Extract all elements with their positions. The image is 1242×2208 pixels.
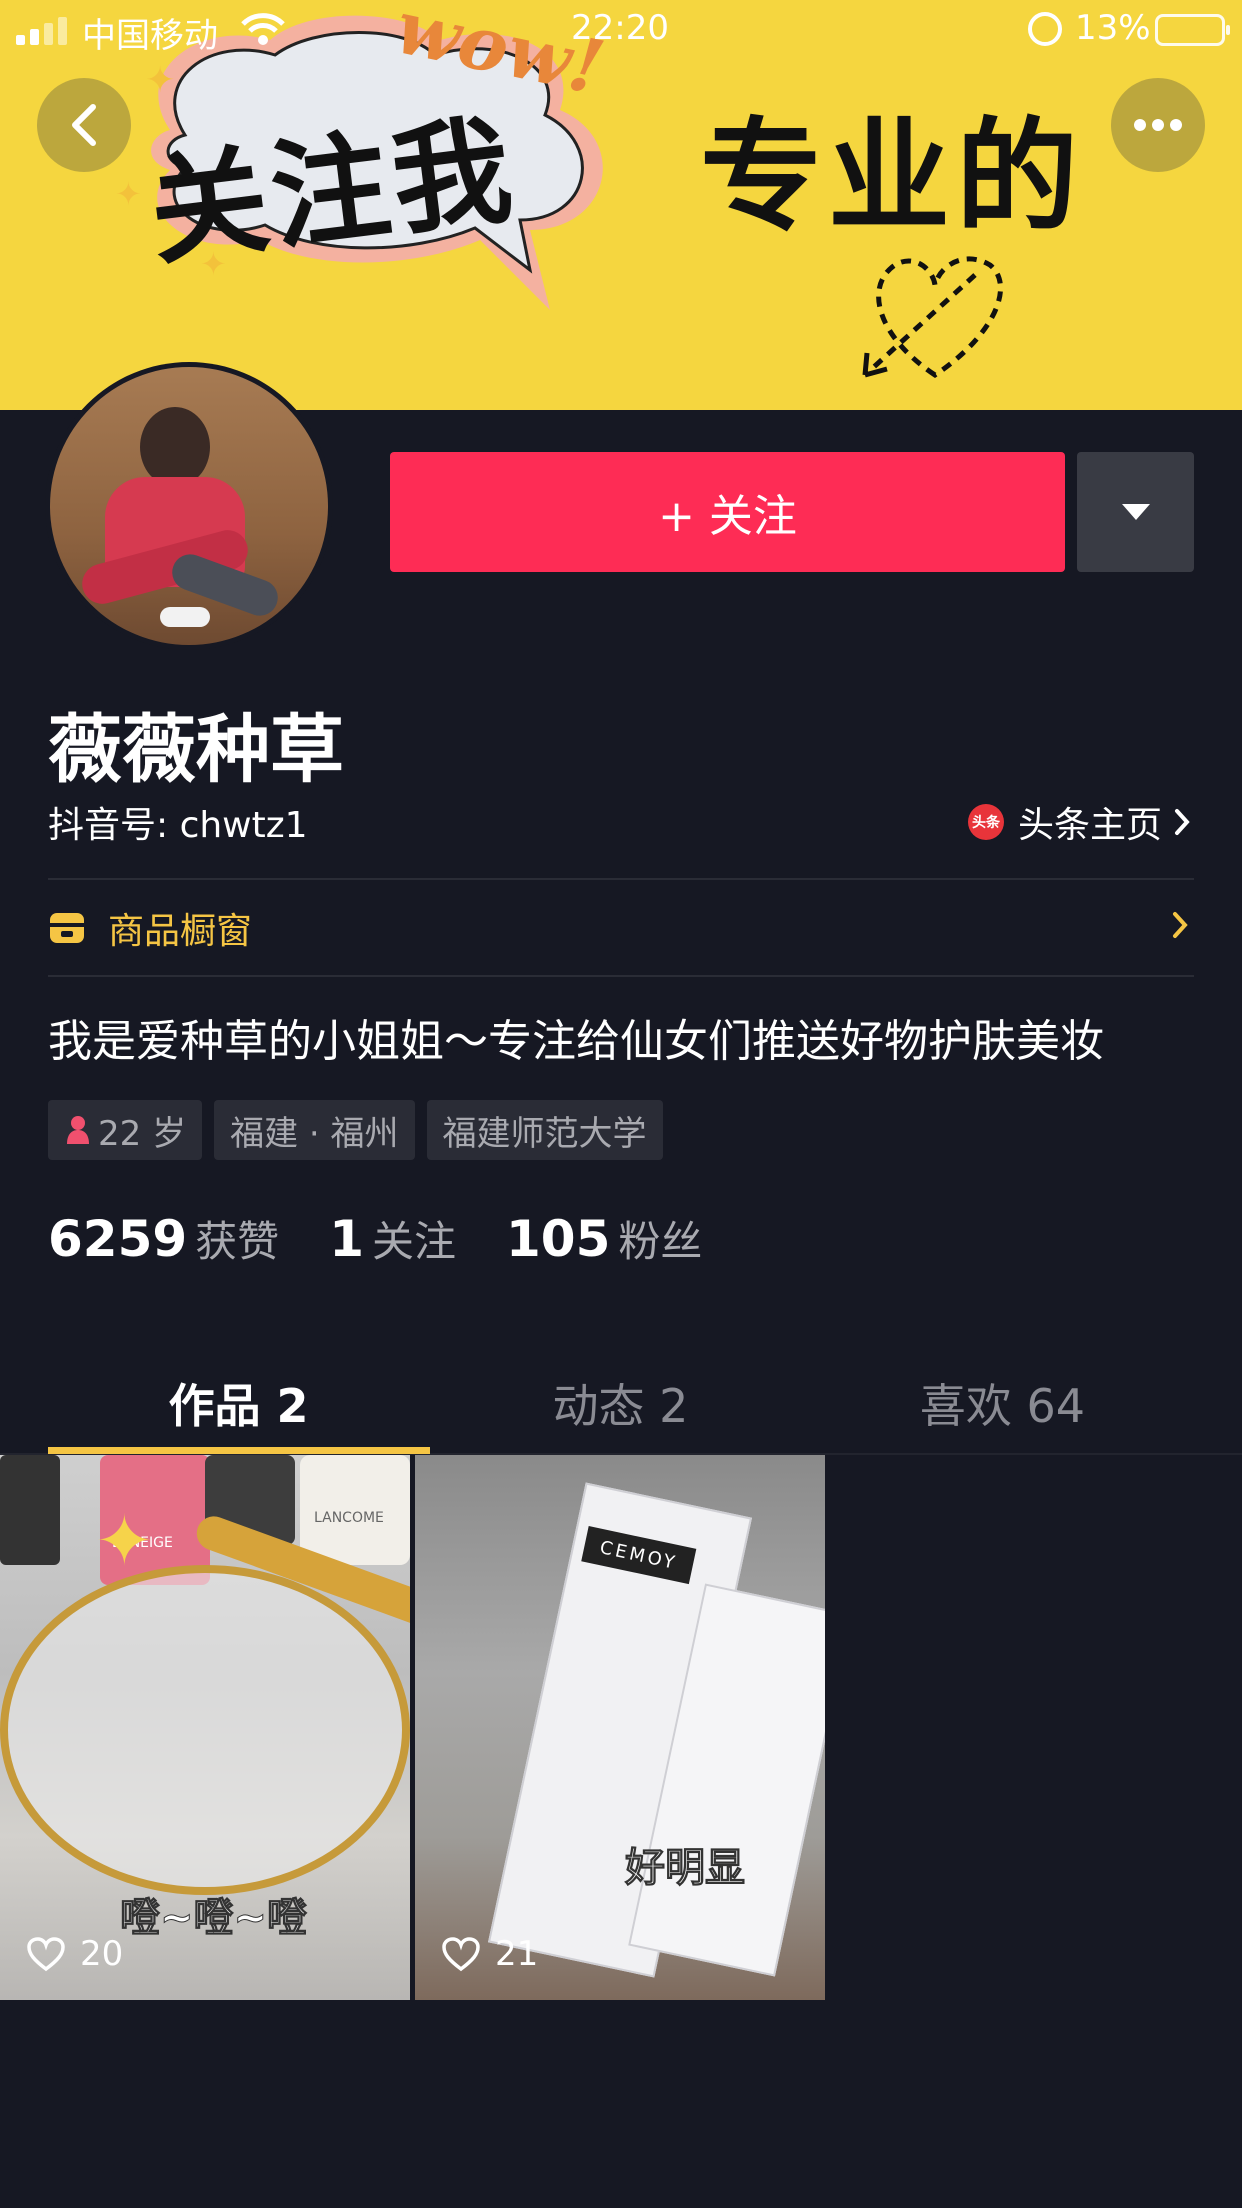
location-tag: 福建 · 福州 [214, 1100, 415, 1160]
status-bar: 中国移动 22:20 13% [0, 0, 1242, 60]
battery-icon [1155, 14, 1230, 46]
sparkle-icon: ✦ [95, 1500, 154, 1582]
heart-outline-icon [442, 1937, 480, 1972]
divider [48, 975, 1194, 977]
toutiao-logo-icon: 头条 [967, 804, 1004, 840]
video-caption: 好明显 [625, 1845, 746, 1892]
following-label: 关注 [371, 1217, 456, 1266]
avatar[interactable] [45, 362, 333, 650]
toutiao-link-label: 头条主页 [1017, 805, 1162, 846]
caret-down-icon [1121, 504, 1150, 520]
follow-button[interactable]: + 关注 [390, 452, 1065, 572]
heart-doodle-icon [862, 256, 1003, 379]
back-button[interactable] [37, 78, 131, 172]
profile-bio: 我是爱种草的小姐姐～专注给仙女们推送好物护肤美妆 [48, 1016, 1104, 1067]
likes-stat: 6259 获赞 [48, 1208, 279, 1269]
sparkle-icon: ✦ [200, 245, 227, 283]
video-grid: LANEIGE LANCOME ✦ 噔~噔~噔 20 CEMOY 好明显 21 [0, 1455, 830, 2000]
more-dots-icon [1134, 119, 1182, 131]
following-count: 1 [329, 1210, 364, 1268]
profile-tags: 22 岁 福建 · 福州 福建师范大学 [48, 1100, 675, 1160]
recommend-dropdown-button[interactable] [1077, 452, 1194, 572]
bottle-graphic [0, 1455, 60, 1565]
tab-works[interactable]: 作品 2 [48, 1370, 429, 1436]
age-tag-label: 22 岁 [98, 1113, 187, 1154]
age-tag: 22 岁 [48, 1100, 203, 1160]
tab-likes[interactable]: 喜欢 64 [812, 1370, 1193, 1436]
brand-text: LANCOME [314, 1510, 384, 1526]
likes-count: 20 [80, 1934, 124, 1974]
video-likes: 21 [441, 1934, 538, 1974]
follow-button-label: + 关注 [658, 491, 797, 542]
profile-name: 薇薇种草 [48, 707, 344, 793]
female-gender-icon [67, 1116, 89, 1144]
profile-banner: wow! 关注我 专业的 ✦ ✦ ✦ [0, 0, 1242, 410]
douyin-id: 抖音号: chwtz1 [48, 805, 308, 846]
chevron-left-icon [72, 104, 96, 146]
toutiao-homepage-link[interactable]: 头条 头条主页 [967, 796, 1192, 848]
shop-icon [50, 913, 84, 943]
likes-count: 21 [495, 1934, 539, 1974]
shop-label: 商品橱窗 [108, 911, 253, 952]
content-tabs: 作品 2 动态 2 喜欢 64 [0, 1320, 1242, 1455]
video-caption: 噔~噔~噔 [119, 1895, 308, 1942]
followers-count: 105 [506, 1210, 611, 1268]
wifi-icon [241, 13, 285, 45]
following-stat[interactable]: 1 关注 [329, 1208, 456, 1269]
likes-label: 获赞 [195, 1217, 280, 1266]
video-thumbnail[interactable]: LANEIGE LANCOME ✦ 噔~噔~噔 20 [0, 1455, 410, 2000]
banner-text-right: 专业的 [700, 106, 1084, 248]
rotation-lock-icon [1028, 12, 1062, 46]
followers-stat[interactable]: 105 粉丝 [506, 1208, 702, 1269]
carrier-name: 中国移动 [82, 16, 218, 56]
followers-label: 粉丝 [618, 1217, 703, 1266]
profile-stats: 6259 获赞 1 关注 105 粉丝 [48, 1208, 752, 1269]
glass-bowl-graphic [0, 1565, 410, 1895]
chevron-right-icon [1175, 809, 1190, 835]
heart-outline-icon [27, 1937, 65, 1972]
sparkle-icon: ✦ [115, 175, 142, 213]
video-thumbnail[interactable]: CEMOY 好明显 21 [415, 1455, 825, 2000]
signal-icon [16, 17, 70, 45]
sparkle-icon: ✦ [145, 60, 176, 101]
tab-activity[interactable]: 动态 2 [430, 1370, 811, 1436]
more-options-button[interactable] [1111, 78, 1205, 172]
school-tag: 福建师范大学 [426, 1100, 663, 1160]
chevron-right-icon [1173, 912, 1188, 938]
status-time: 22:20 [571, 8, 669, 48]
active-tab-indicator [48, 1447, 430, 1454]
video-likes: 20 [26, 1934, 123, 1974]
school-tag-label: 福建师范大学 [442, 1113, 647, 1154]
avatar-image [50, 367, 328, 645]
jar-graphic: LANCOME [300, 1455, 410, 1565]
likes-count: 6259 [48, 1210, 188, 1268]
product-showcase-row[interactable]: 商品橱窗 [48, 880, 1194, 976]
battery-percent: 13% [1075, 8, 1151, 48]
location-tag-label: 福建 · 福州 [230, 1113, 399, 1154]
brand-label: CEMOY [581, 1526, 697, 1585]
